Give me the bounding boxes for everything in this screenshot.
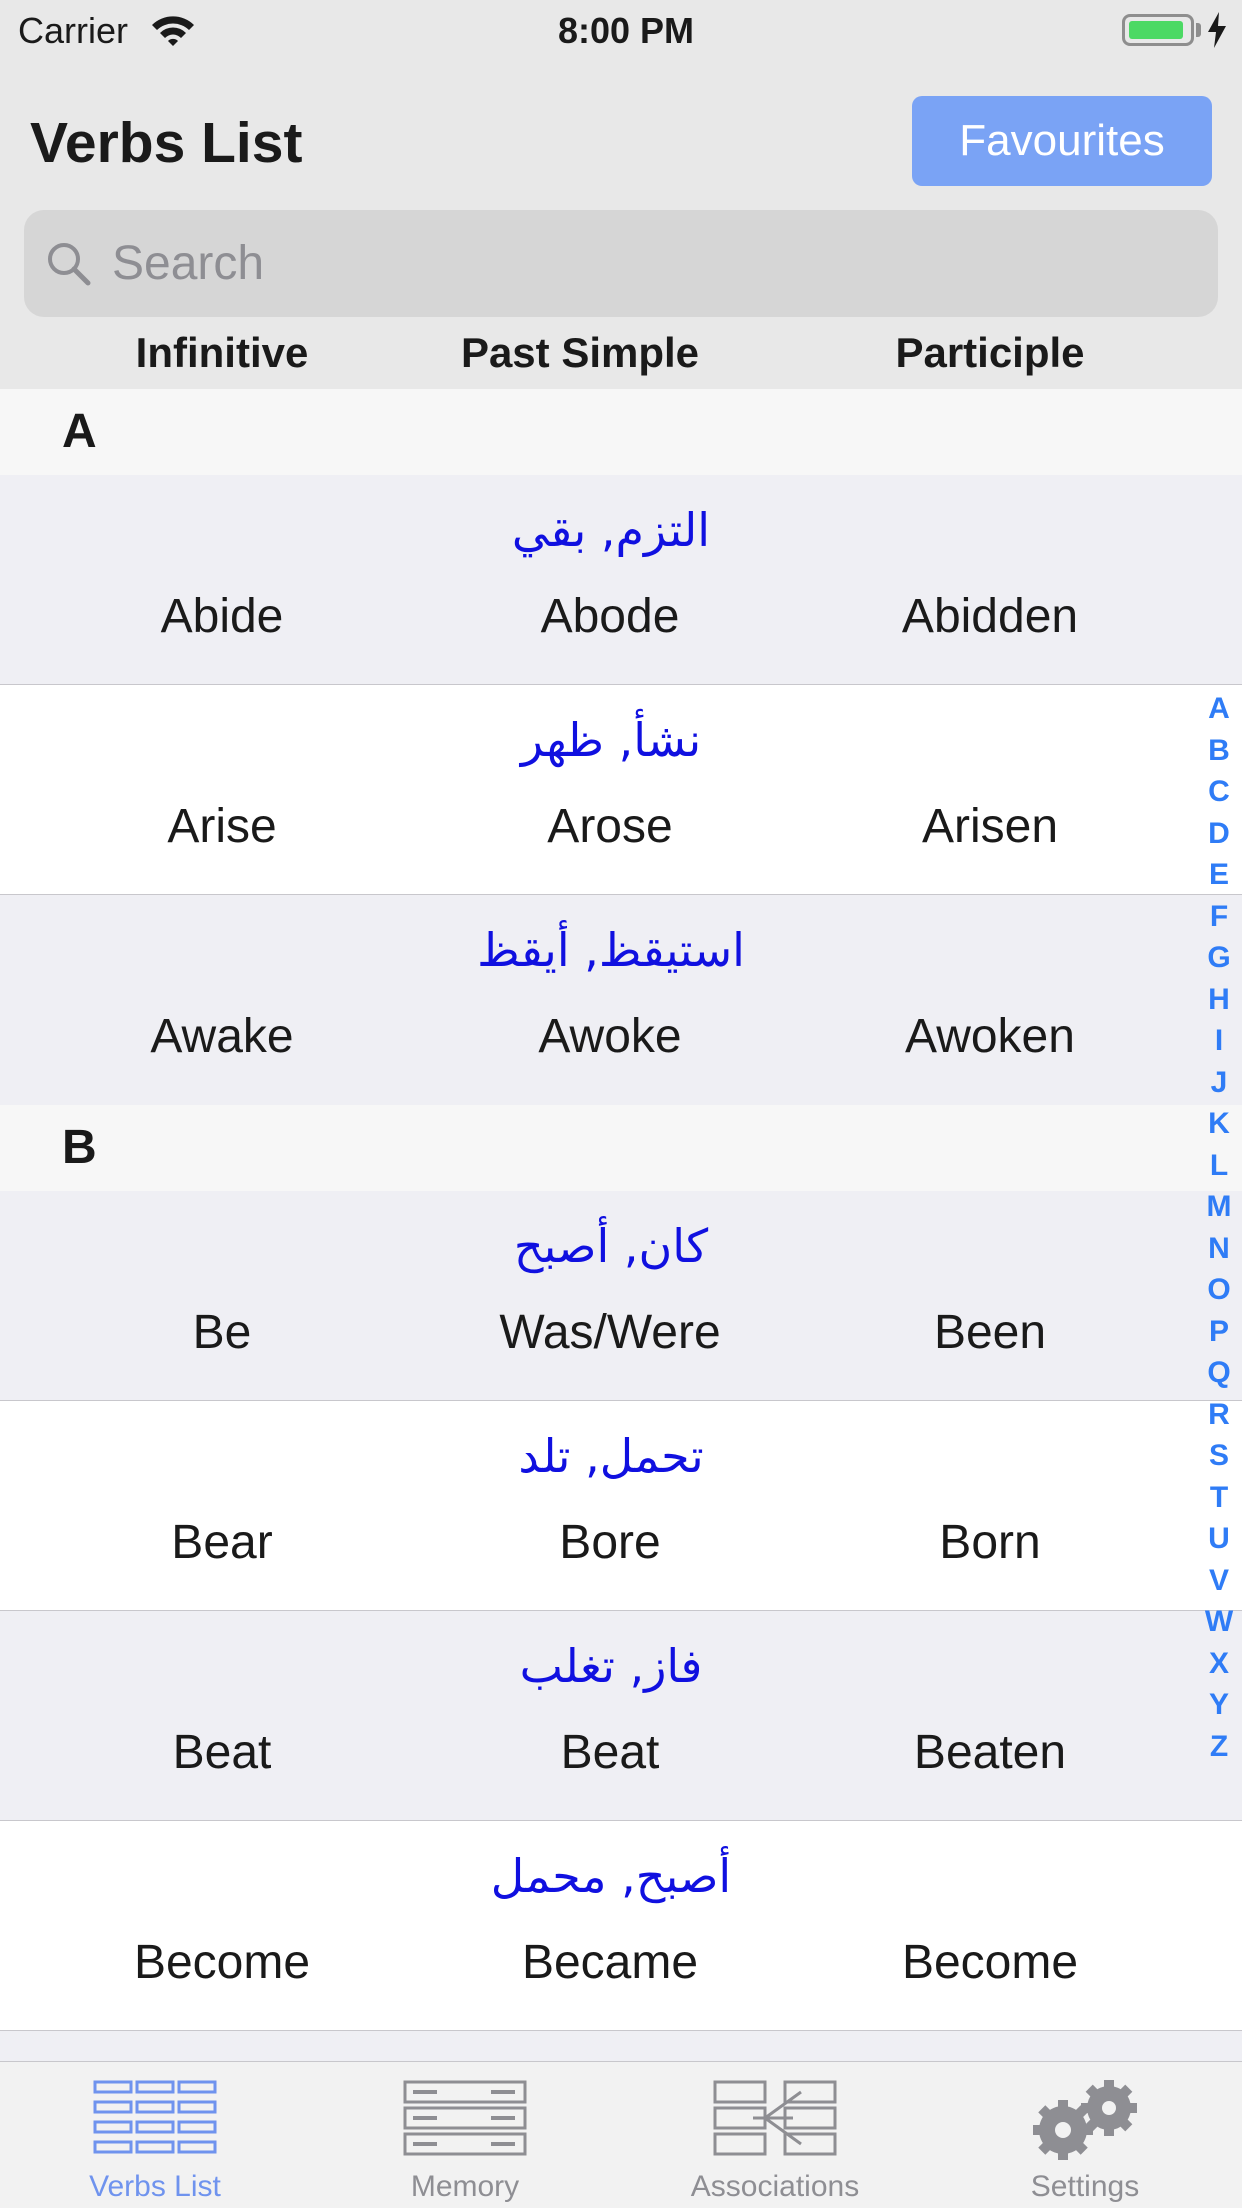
index-letter-j[interactable]: J: [1196, 1062, 1242, 1104]
alphabet-index[interactable]: ABCDEFGHIJKLMNOPQRSTUVWXYZ: [1196, 688, 1242, 1767]
tab-label: Associations: [690, 2170, 860, 2203]
index-letter-t[interactable]: T: [1196, 1477, 1242, 1519]
arabic-translation: كان, أصبح: [513, 1219, 709, 1273]
associations-icon: [713, 2080, 837, 2156]
section-header-b: B: [0, 1105, 1242, 1191]
verb-row-be[interactable]: كان, أصبح Be Was/Were Been: [0, 1191, 1242, 1401]
past-simple-cell: Was/Were: [499, 1306, 721, 1359]
battery-nub: [1196, 23, 1201, 37]
index-letter-l[interactable]: L: [1196, 1145, 1242, 1187]
index-letter-o[interactable]: O: [1196, 1269, 1242, 1311]
list-grid-icon: [93, 2080, 217, 2154]
participle-cell: Born: [939, 1516, 1041, 1569]
index-letter-m[interactable]: M: [1196, 1186, 1242, 1228]
index-letter-f[interactable]: F: [1196, 896, 1242, 938]
column-header-infinitive: Infinitive: [135, 329, 309, 376]
verb-row-become[interactable]: أصبح, محمل Become Became Become: [0, 1821, 1242, 2031]
index-letter-w[interactable]: W: [1196, 1601, 1242, 1643]
infinitive-cell: Abide: [160, 590, 284, 643]
charging-bolt-icon: [1208, 12, 1226, 48]
column-header-participle: Participle: [895, 329, 1085, 376]
verb-row-awake[interactable]: استيقظ, أيقظ Awake Awoke Awoken: [0, 895, 1242, 1105]
arabic-translation: التزم, بقي: [511, 503, 711, 557]
index-letter-s[interactable]: S: [1196, 1435, 1242, 1477]
arabic-translation: فاز, تغلب: [519, 1639, 703, 1693]
verb-row-beat[interactable]: فاز, تغلب Beat Beat Beaten: [0, 1611, 1242, 1821]
past-simple-cell: Beat: [560, 1726, 660, 1779]
index-letter-n[interactable]: N: [1196, 1228, 1242, 1270]
past-simple-cell: Became: [521, 1936, 699, 1989]
arabic-translation: استيقظ, أيقظ: [477, 923, 745, 977]
participle-cell: Been: [933, 1306, 1047, 1359]
index-letter-x[interactable]: X: [1196, 1643, 1242, 1685]
participle-cell: Beaten: [913, 1726, 1067, 1779]
infinitive-cell: Bear: [171, 1516, 273, 1569]
participle-cell: Abidden: [901, 590, 1079, 643]
tab-associations[interactable]: Associations: [620, 2062, 930, 2208]
infinitive-cell: Become: [133, 1936, 311, 1989]
index-letter-g[interactable]: G: [1196, 937, 1242, 979]
past-simple-cell: Bore: [559, 1516, 661, 1569]
search-bar[interactable]: [24, 210, 1218, 317]
tab-label: Settings: [1030, 2170, 1140, 2203]
column-header-past-simple: Past Simple: [460, 329, 700, 376]
participle-cell: Become: [901, 1936, 1079, 1989]
infinitive-cell: Awake: [150, 1010, 294, 1063]
verb-row-abide[interactable]: التزم, بقي Abide Abode Abidden: [0, 475, 1242, 685]
arabic-translation: نشأ, ظهر: [520, 713, 702, 767]
index-letter-r[interactable]: R: [1196, 1394, 1242, 1436]
search-icon: [48, 243, 91, 286]
status-bar: Carrier 8:00 PM: [0, 0, 1242, 60]
index-letter-u[interactable]: U: [1196, 1518, 1242, 1560]
infinitive-cell: Beat: [172, 1726, 272, 1779]
favourites-button[interactable]: Favourites: [912, 96, 1212, 186]
index-letter-p[interactable]: P: [1196, 1311, 1242, 1353]
section-header-a: A: [0, 389, 1242, 475]
memory-rack-icon: [403, 2080, 527, 2156]
index-letter-i[interactable]: I: [1196, 1020, 1242, 1062]
index-letter-b[interactable]: B: [1196, 730, 1242, 772]
tab-settings[interactable]: Settings: [930, 2062, 1240, 2208]
verbs-list[interactable]: A التزم, بقي Abide Abode Abidden نشأ, ظه…: [0, 389, 1242, 2061]
index-letter-v[interactable]: V: [1196, 1560, 1242, 1602]
page-title: Verbs List: [30, 111, 303, 175]
battery-icon: [1122, 14, 1194, 46]
verb-row-arise[interactable]: نشأ, ظهر Arise Arose Arisen: [0, 685, 1242, 895]
tab-bar: Verbs List Memory Associations Settings: [0, 2061, 1242, 2208]
past-simple-cell: Awoke: [538, 1010, 682, 1063]
index-letter-k[interactable]: K: [1196, 1103, 1242, 1145]
tab-label: Verbs List: [89, 2170, 221, 2203]
index-letter-q[interactable]: Q: [1196, 1352, 1242, 1394]
tab-verbs-list[interactable]: Verbs List: [0, 2062, 310, 2208]
index-letter-a[interactable]: A: [1196, 688, 1242, 730]
battery-level: [1129, 21, 1183, 39]
infinitive-cell: Arise: [167, 800, 277, 853]
search-input[interactable]: [112, 228, 1192, 298]
verb-row-partial[interactable]: [0, 2031, 1242, 2061]
arabic-translation: أصبح, محمل: [490, 1849, 732, 1903]
arabic-translation: تحمل, تلد: [518, 1429, 704, 1483]
past-simple-cell: Arose: [547, 800, 673, 853]
participle-cell: Awoken: [905, 1010, 1075, 1063]
gears-icon: [1033, 2080, 1137, 2160]
tab-label: Memory: [410, 2170, 520, 2203]
past-simple-cell: Abode: [540, 590, 680, 643]
participle-cell: Arisen: [921, 800, 1059, 853]
clock: 8:00 PM: [557, 10, 695, 51]
index-letter-c[interactable]: C: [1196, 771, 1242, 813]
index-letter-y[interactable]: Y: [1196, 1684, 1242, 1726]
index-letter-e[interactable]: E: [1196, 854, 1242, 896]
index-letter-d[interactable]: D: [1196, 813, 1242, 855]
infinitive-cell: Be: [192, 1306, 252, 1359]
index-letter-h[interactable]: H: [1196, 979, 1242, 1021]
index-letter-z[interactable]: Z: [1196, 1726, 1242, 1768]
tab-memory[interactable]: Memory: [310, 2062, 620, 2208]
verb-row-bear[interactable]: تحمل, تلد Bear Bore Born: [0, 1401, 1242, 1611]
